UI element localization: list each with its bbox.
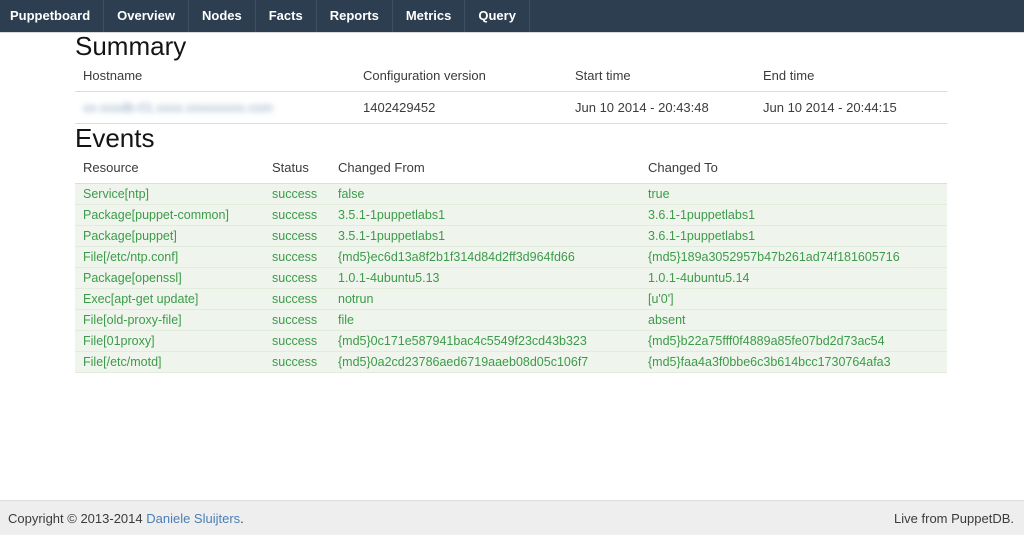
events-col-changed-from: Changed From [330,154,640,184]
resource-cell: File[01proxy] [75,330,264,351]
changed-to-cell: 3.6.1-1puppetlabs1 [640,204,947,225]
summary-table: Hostname Configuration version Start tim… [75,62,947,124]
events-header-row: Resource Status Changed From Changed To [75,154,947,184]
changed-from-cell: false [330,183,640,204]
resource-cell: Package[puppet] [75,225,264,246]
changed-to-cell: 1.0.1-4ubuntu5.14 [640,267,947,288]
summary-heading: Summary [75,32,947,62]
summary-col-end-time: End time [755,62,947,92]
summary-col-config-version: Configuration version [355,62,567,92]
author-link[interactable]: Daniele Sluijters [146,511,240,526]
changed-to-cell: absent [640,309,947,330]
table-row: File[01proxy] success {md5}0c171e587941b… [75,330,947,351]
resource-cell: Exec[apt-get update] [75,288,264,309]
table-row: Package[openssl] success 1.0.1-4ubuntu5.… [75,267,947,288]
changed-from-cell: notrun [330,288,640,309]
nav-item-nodes[interactable]: Nodes [189,0,256,32]
resource-cell: File[old-proxy-file] [75,309,264,330]
footer: Copyright © 2013-2014 Daniele Sluijters.… [0,500,1024,535]
page: Puppetboard Overview Nodes Facts Reports… [0,0,1024,535]
changed-from-cell: 3.5.1-1puppetlabs1 [330,225,640,246]
changed-from-cell: 3.5.1-1puppetlabs1 [330,204,640,225]
resource-cell: File[/etc/ntp.conf] [75,246,264,267]
status-cell: success [264,246,330,267]
table-row: File[old-proxy-file] success file absent [75,309,947,330]
hostname-cell: xx-xxxdb-01.xxxx.xxxxxxxxx.com [75,91,355,123]
changed-to-cell: {md5}faa4a3f0bbe6c3b614bcc1730764afa3 [640,351,947,372]
copyright-period: . [240,511,244,526]
changed-from-cell: 1.0.1-4ubuntu5.13 [330,267,640,288]
footer-status: Live from PuppetDB. [894,511,1014,526]
changed-from-cell: {md5}ec6d13a8f2b1f314d84d2ff3d964fd66 [330,246,640,267]
resource-cell: File[/etc/motd] [75,351,264,372]
changed-to-cell: {md5}b22a75fff0f4889a85fe07bd2d73ac54 [640,330,947,351]
resource-cell: Service[ntp] [75,183,264,204]
events-col-resource: Resource [75,154,264,184]
changed-to-cell: [u'0'] [640,288,947,309]
events-col-status: Status [264,154,330,184]
table-row: File[/etc/ntp.conf] success {md5}ec6d13a… [75,246,947,267]
main-content: Summary Hostname Configuration version S… [75,32,947,373]
nav-item-metrics[interactable]: Metrics [393,0,466,32]
summary-col-start-time: Start time [567,62,755,92]
resource-cell: Package[openssl] [75,267,264,288]
table-row: Package[puppet] success 3.5.1-1puppetlab… [75,225,947,246]
changed-to-cell: true [640,183,947,204]
table-row: Package[puppet-common] success 3.5.1-1pu… [75,204,947,225]
nav-brand-puppetboard[interactable]: Puppetboard [0,0,104,32]
table-row: Service[ntp] success false true [75,183,947,204]
changed-from-cell: file [330,309,640,330]
changed-to-cell: {md5}189a3052957b47b261ad74f181605716 [640,246,947,267]
status-cell: success [264,183,330,204]
events-col-changed-to: Changed To [640,154,947,184]
status-cell: success [264,288,330,309]
status-cell: success [264,225,330,246]
changed-from-cell: {md5}0a2cd23786aed6719aaeb08d05c106f7 [330,351,640,372]
end-time-cell: Jun 10 2014 - 20:44:15 [755,91,947,123]
summary-row: xx-xxxdb-01.xxxx.xxxxxxxxx.com 140242945… [75,91,947,123]
status-cell: success [264,351,330,372]
nav-item-facts[interactable]: Facts [256,0,317,32]
resource-cell: Package[puppet-common] [75,204,264,225]
config-version-cell: 1402429452 [355,91,567,123]
summary-col-hostname: Hostname [75,62,355,92]
table-row: File[/etc/motd] success {md5}0a2cd23786a… [75,351,947,372]
copyright-text: Copyright © 2013-2014 [8,511,146,526]
table-row: Exec[apt-get update] success notrun [u'0… [75,288,947,309]
start-time-cell: Jun 10 2014 - 20:43:48 [567,91,755,123]
hostname-link-redacted[interactable]: xx-xxxdb-01.xxxx.xxxxxxxxx.com [83,100,273,115]
events-table: Resource Status Changed From Changed To … [75,154,947,373]
events-heading: Events [75,124,947,154]
nav-item-query[interactable]: Query [465,0,530,32]
changed-to-cell: 3.6.1-1puppetlabs1 [640,225,947,246]
nav-item-overview[interactable]: Overview [104,0,189,32]
status-cell: success [264,204,330,225]
status-cell: success [264,309,330,330]
nav-item-reports[interactable]: Reports [317,0,393,32]
navbar: Puppetboard Overview Nodes Facts Reports… [0,0,1024,32]
footer-copyright: Copyright © 2013-2014 Daniele Sluijters. [8,511,244,526]
summary-header-row: Hostname Configuration version Start tim… [75,62,947,92]
changed-from-cell: {md5}0c171e587941bac4c5549f23cd43b323 [330,330,640,351]
status-cell: success [264,330,330,351]
status-cell: success [264,267,330,288]
